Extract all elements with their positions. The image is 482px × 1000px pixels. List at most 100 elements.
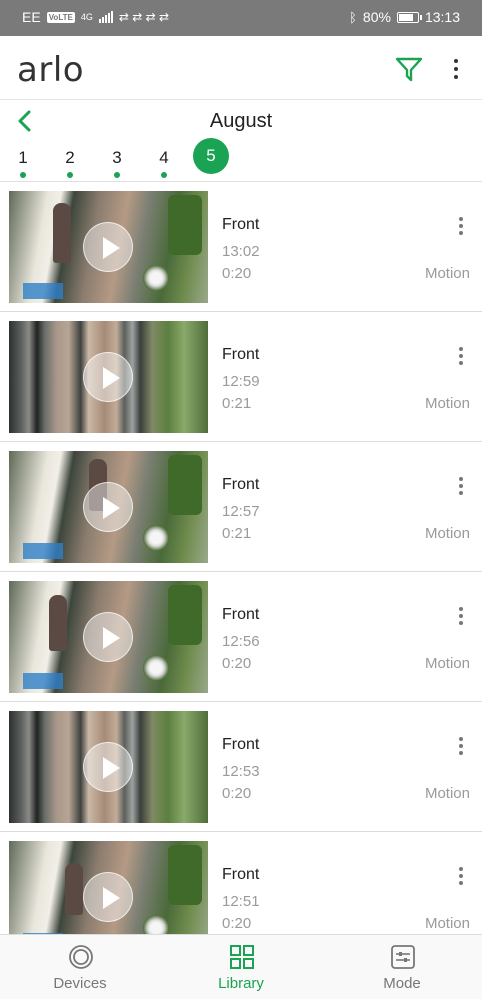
shrubs: [168, 585, 202, 645]
tab-devices[interactable]: Devices: [0, 935, 160, 1000]
day-label: 3: [112, 148, 122, 167]
doormat: [23, 283, 63, 299]
recording-duration: 0:20: [222, 655, 252, 672]
flower-pot: [143, 915, 169, 934]
video-thumbnail[interactable]: [9, 451, 208, 563]
day-5-selected[interactable]: 5: [193, 138, 229, 174]
battery-fill: [398, 13, 413, 21]
status-bar: EE VoLTE 4G ⇄ ⇄ ⇄ ⇄ ᛒ 80% 13:13: [0, 0, 482, 36]
play-icon[interactable]: [83, 352, 133, 402]
filter-icon[interactable]: [394, 54, 424, 84]
day-2[interactable]: 2: [52, 144, 88, 180]
camera-name: Front: [222, 736, 260, 753]
recording-duration: 0:20: [222, 265, 252, 282]
person-figure: [53, 203, 71, 263]
person-figure: [65, 863, 83, 915]
bottom-tab-bar: Devices Library Mode: [0, 934, 482, 999]
shrubs: [168, 195, 202, 255]
flower-pot: [143, 655, 169, 681]
recording-dot: [114, 172, 120, 178]
signal-icon: [98, 11, 113, 23]
day-3[interactable]: 3: [99, 144, 135, 180]
day-label: 5: [206, 146, 216, 165]
trigger-label: Motion: [424, 915, 470, 932]
cast-icon: ⇄ ⇄ ⇄ ⇄: [118, 10, 170, 24]
recording-time: 12:59: [222, 373, 260, 390]
trigger-label: Motion: [424, 525, 470, 542]
camera-name: Front: [222, 476, 260, 493]
video-thumbnail[interactable]: [9, 191, 208, 303]
app-bar: arlo: [0, 36, 482, 100]
day-4[interactable]: 4: [146, 144, 182, 180]
item-more-icon[interactable]: [452, 604, 470, 628]
recording-duration: 0:21: [222, 525, 252, 542]
shrubs: [168, 455, 202, 515]
bluetooth-icon: ᛒ: [349, 9, 357, 25]
calendar-bar: August 1 2 3 4 5: [0, 100, 482, 182]
tab-label: Mode: [383, 975, 421, 992]
recording-item[interactable]: Front 12:53 0:20 Motion: [0, 702, 482, 832]
more-vertical-icon: [454, 59, 458, 63]
doormat: [23, 543, 63, 559]
recording-time: 12:57: [222, 503, 260, 520]
day-label: 1: [18, 148, 28, 167]
day-label: 2: [65, 148, 75, 167]
video-thumbnail[interactable]: [9, 321, 208, 433]
status-left: EE VoLTE 4G ⇄ ⇄ ⇄ ⇄: [22, 9, 169, 25]
volte-badge: VoLTE: [46, 11, 75, 23]
trigger-label: Motion: [424, 655, 470, 672]
recording-duration: 0:21: [222, 395, 252, 412]
item-more-icon[interactable]: [452, 344, 470, 368]
video-thumbnail[interactable]: [9, 711, 208, 823]
camera-name: Front: [222, 866, 260, 883]
video-thumbnail[interactable]: [9, 581, 208, 693]
flower-pot: [143, 525, 169, 551]
person-figure: [49, 595, 67, 651]
play-icon[interactable]: [83, 872, 133, 922]
camera-name: Front: [222, 216, 260, 233]
recording-time: 12:56: [222, 633, 260, 650]
item-more-icon[interactable]: [452, 214, 470, 238]
carrier-label: EE: [22, 9, 41, 25]
recording-time: 12:53: [222, 763, 260, 780]
month-title: August: [209, 110, 273, 132]
tab-label: Library: [218, 975, 264, 992]
recording-dot: [20, 172, 26, 178]
recording-item[interactable]: Front 13:02 0:20 Motion: [0, 182, 482, 312]
arlo-logo: arlo: [17, 50, 85, 90]
day-1[interactable]: 1: [5, 144, 41, 180]
doormat: [23, 673, 63, 689]
tab-label: Devices: [53, 975, 107, 992]
day-label: 4: [159, 148, 169, 167]
item-more-icon[interactable]: [452, 734, 470, 758]
camera-name: Front: [222, 346, 260, 363]
trigger-label: Motion: [424, 265, 470, 282]
recording-item[interactable]: Front 12:57 0:21 Motion: [0, 442, 482, 572]
status-right: ᛒ 80% 13:13: [349, 9, 460, 25]
more-options-button[interactable]: [446, 54, 466, 84]
recordings-list[interactable]: Front 13:02 0:20 Motion Front 12:59 0:21…: [0, 182, 482, 934]
flower-pot: [143, 265, 169, 291]
play-icon[interactable]: [83, 612, 133, 662]
play-icon[interactable]: [83, 742, 133, 792]
item-more-icon[interactable]: [452, 864, 470, 888]
recording-time: 12:51: [222, 893, 260, 910]
trigger-label: Motion: [424, 785, 470, 802]
play-icon[interactable]: [83, 222, 133, 272]
recording-time: 13:02: [222, 243, 260, 260]
battery-icon: [396, 11, 422, 23]
tab-library[interactable]: Library: [161, 935, 321, 1000]
recording-item[interactable]: Front 12:51 0:20 Motion: [0, 832, 482, 934]
item-more-icon[interactable]: [452, 474, 470, 498]
mode-sliders-icon: [391, 945, 415, 969]
network-label: 4G: [80, 12, 93, 22]
tab-mode[interactable]: Mode: [322, 935, 482, 1000]
recording-duration: 0:20: [222, 785, 252, 802]
filter-funnel-icon: [395, 57, 423, 82]
recording-item[interactable]: Front 12:56 0:20 Motion: [0, 572, 482, 702]
recording-item[interactable]: Front 12:59 0:21 Motion: [0, 312, 482, 442]
video-thumbnail[interactable]: [9, 841, 208, 934]
play-icon[interactable]: [83, 482, 133, 532]
camera-name: Front: [222, 606, 260, 623]
shrubs: [168, 845, 202, 905]
